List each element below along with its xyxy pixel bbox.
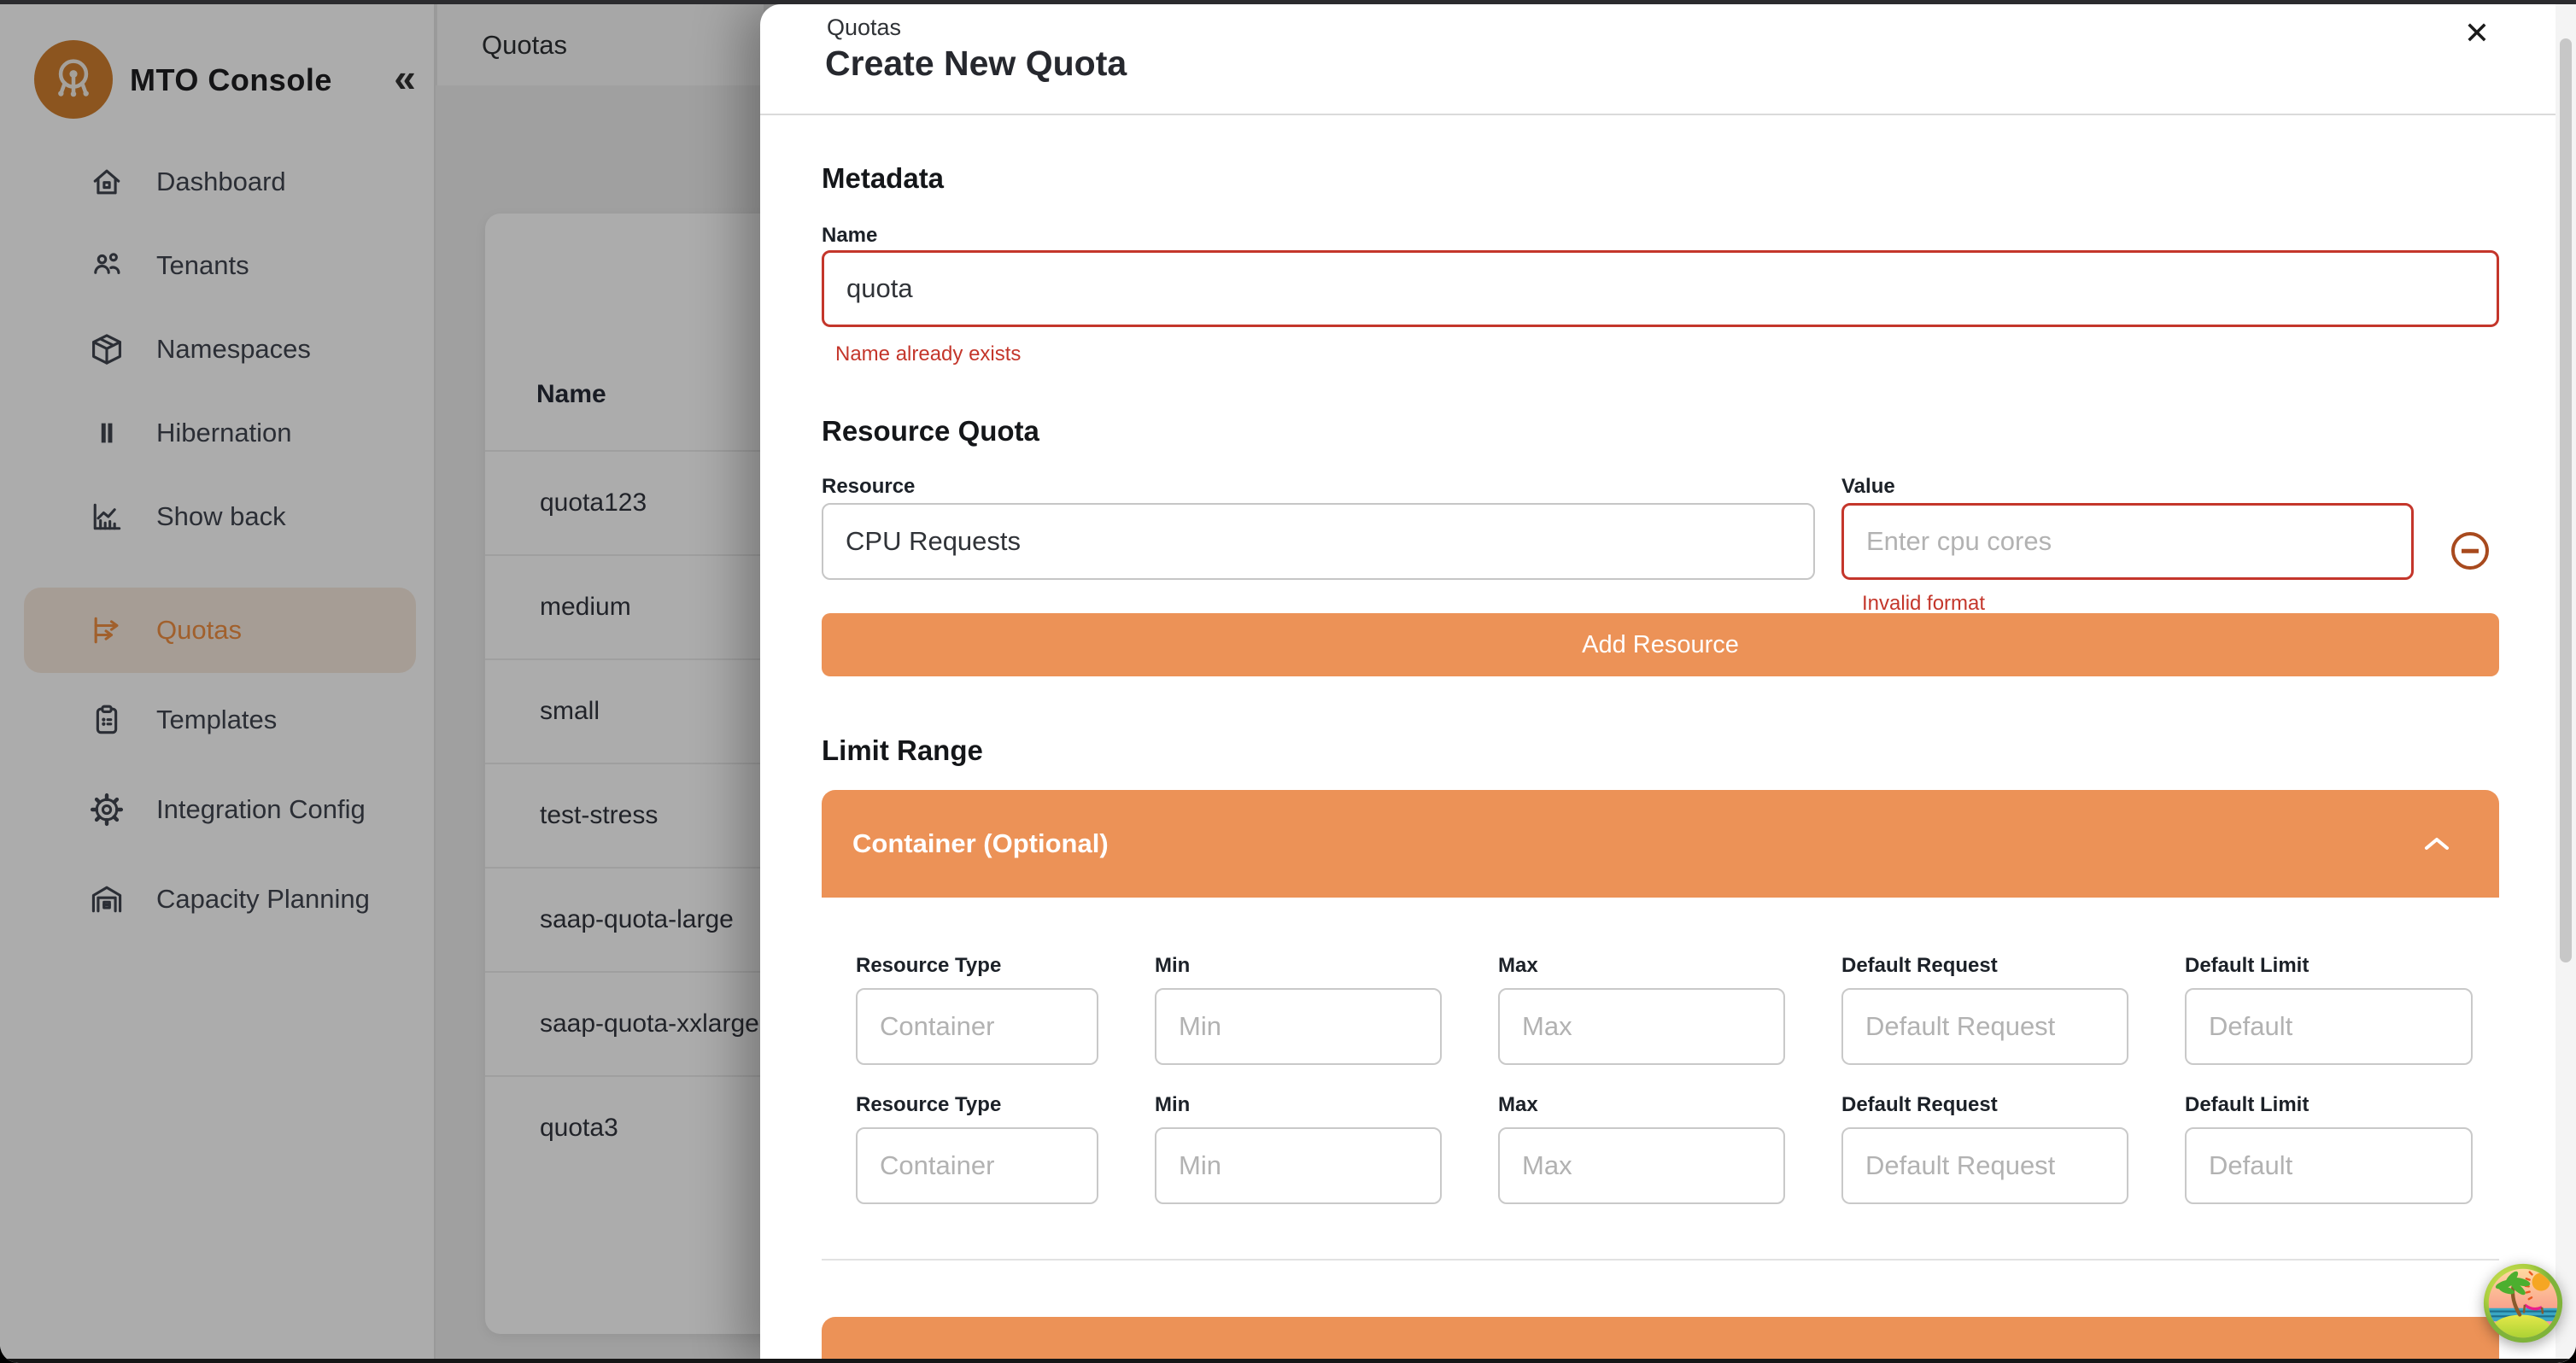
default-limit-input[interactable] xyxy=(2185,1127,2473,1204)
default-request-input[interactable] xyxy=(1841,1127,2128,1204)
name-error-text: Name already exists xyxy=(835,342,1021,366)
limit-range-heading: Limit Range xyxy=(822,734,983,767)
default-limit-label: Default Limit xyxy=(2185,1093,2309,1117)
add-resource-button[interactable]: Add Resource xyxy=(822,613,2499,676)
pod-section-header[interactable]: Pod (Optional) xyxy=(822,1317,2499,1363)
resource-select[interactable]: CPU Requests xyxy=(822,503,1815,580)
resource-select-value: CPU Requests xyxy=(846,526,1021,557)
modal-title: Create New Quota xyxy=(825,44,1127,84)
chevron-up-icon xyxy=(2422,834,2451,853)
close-icon[interactable]: ✕ xyxy=(2455,11,2499,56)
value-label: Value xyxy=(1841,475,1895,499)
resource-type-input[interactable] xyxy=(856,988,1098,1065)
remove-resource-button[interactable] xyxy=(2451,532,2489,570)
default-request-input[interactable] xyxy=(1841,988,2128,1065)
name-input[interactable] xyxy=(822,250,2499,327)
modal-scrollbar[interactable] xyxy=(2560,38,2572,962)
min-label: Min xyxy=(1155,1093,1190,1117)
window-top-edge xyxy=(0,0,2576,4)
vacation-badge-icon[interactable] xyxy=(2482,1262,2564,1344)
metadata-heading: Metadata xyxy=(822,162,944,195)
modal-scrollbar-track xyxy=(2556,4,2576,1363)
value-error-text: Invalid format xyxy=(1862,592,1985,616)
create-quota-modal: Quotas Create New Quota ✕ Metadata Name … xyxy=(760,4,2576,1363)
max-label: Max xyxy=(1498,1093,1538,1117)
max-input[interactable] xyxy=(1498,1127,1785,1204)
max-input[interactable] xyxy=(1498,988,1785,1065)
container-section-panel: Resource Type Min Max Default Request De… xyxy=(822,898,2499,1261)
header-divider xyxy=(760,114,2576,115)
resource-type-input[interactable] xyxy=(856,1127,1098,1204)
container-section-header[interactable]: Container (Optional) xyxy=(822,790,2499,898)
default-request-label: Default Request xyxy=(1841,1093,1998,1117)
window-bottom-edge xyxy=(0,1359,2576,1363)
min-input[interactable] xyxy=(1155,988,1442,1065)
resource-type-label: Resource Type xyxy=(856,954,1001,978)
modal-breadcrumb: Quotas xyxy=(827,15,901,41)
resource-quota-heading: Resource Quota xyxy=(822,415,1039,448)
default-request-label: Default Request xyxy=(1841,954,1998,978)
value-input[interactable] xyxy=(1841,503,2414,580)
default-limit-input[interactable] xyxy=(2185,988,2473,1065)
container-section-title: Container (Optional) xyxy=(852,828,1109,859)
app-window: MTO Console « Dashboard Tenants Namespac… xyxy=(0,0,2576,1363)
name-label: Name xyxy=(822,224,877,248)
resource-type-label: Resource Type xyxy=(856,1093,1001,1117)
min-input[interactable] xyxy=(1155,1127,1442,1204)
default-limit-label: Default Limit xyxy=(2185,954,2309,978)
resource-label: Resource xyxy=(822,475,915,499)
min-label: Min xyxy=(1155,954,1190,978)
max-label: Max xyxy=(1498,954,1538,978)
